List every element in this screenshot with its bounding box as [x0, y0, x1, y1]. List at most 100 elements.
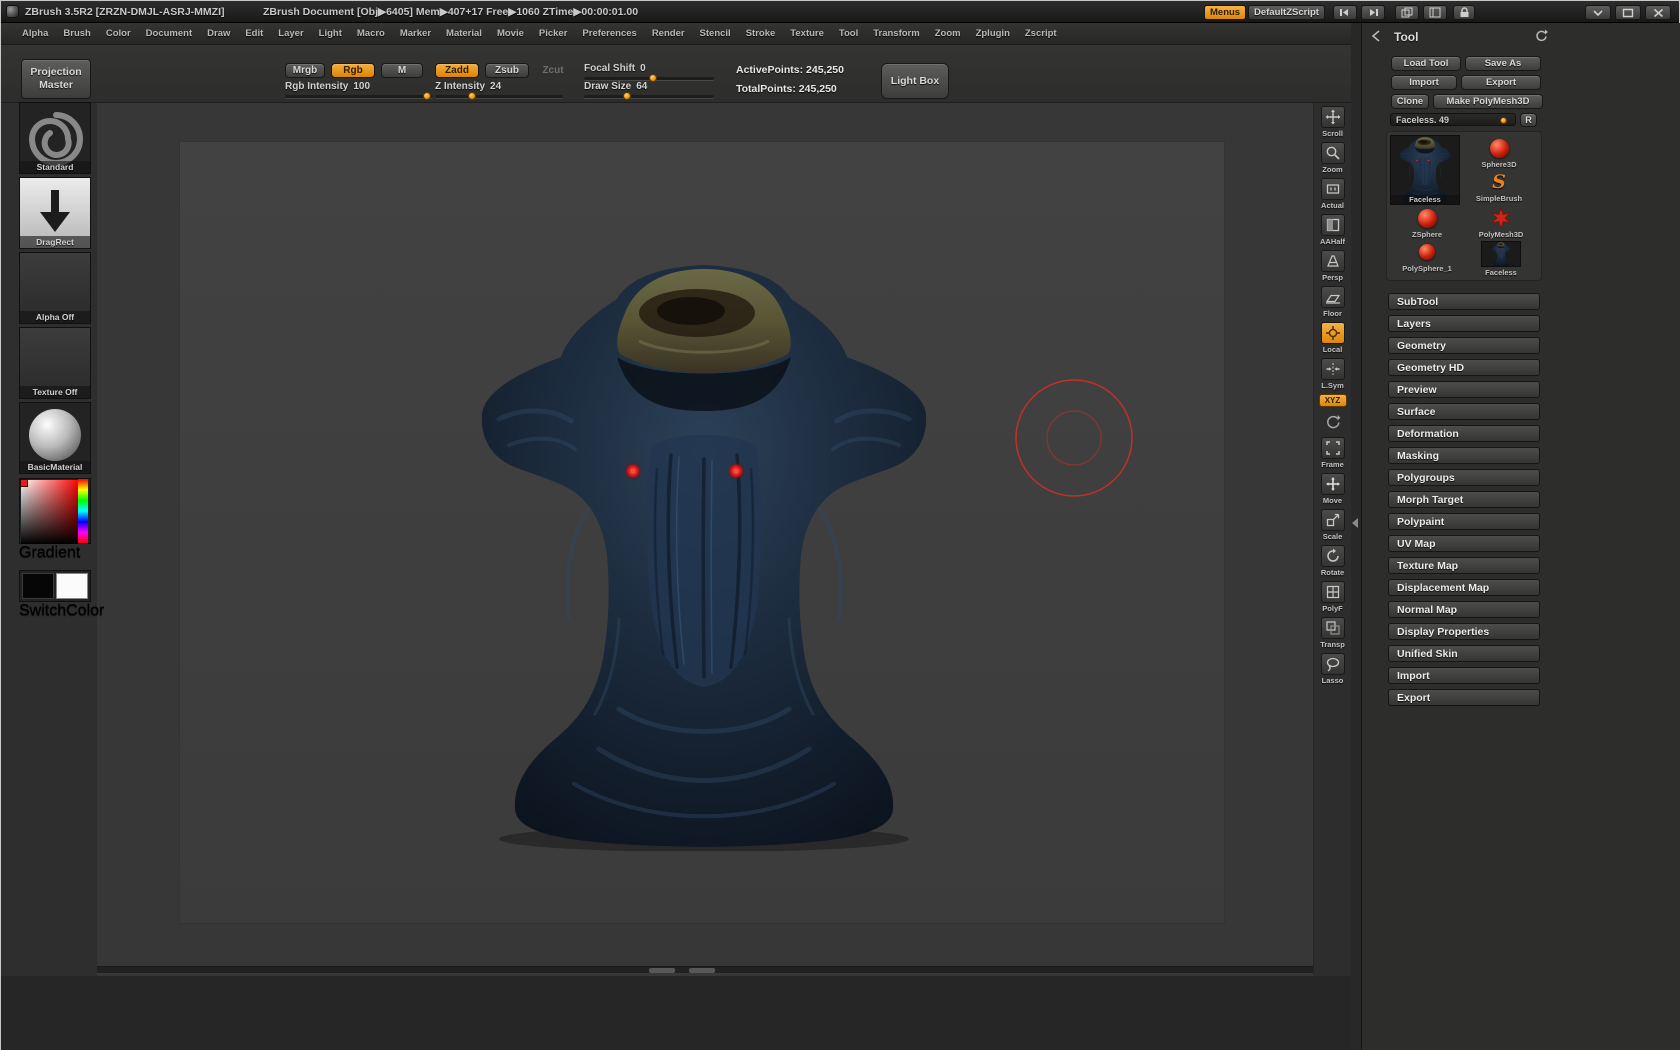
- zcut-button[interactable]: Zcut: [535, 63, 571, 78]
- load-tool-button[interactable]: Load Tool: [1391, 56, 1461, 71]
- rgb-button[interactable]: Rgb: [331, 63, 375, 78]
- z-intensity-handle[interactable]: [468, 92, 476, 100]
- brush-selector-standard[interactable]: Standard: [19, 102, 91, 174]
- make-polymesh3d-button[interactable]: Make PolyMesh3D: [1433, 94, 1543, 109]
- menu-item[interactable]: Zplugin: [973, 26, 1013, 41]
- tool-section-row[interactable]: Masking: [1388, 447, 1540, 464]
- hscroll-handle-left[interactable]: [649, 968, 675, 973]
- right-shelf-actual[interactable]: Actual: [1315, 178, 1351, 210]
- material-selector[interactable]: BasicMaterial: [19, 402, 91, 474]
- right-shelf-transp[interactable]: Transp: [1315, 617, 1351, 649]
- rgb-intensity-slider[interactable]: Rgb Intensity100: [285, 81, 433, 98]
- right-shelf-lasso[interactable]: Lasso: [1315, 653, 1351, 685]
- tool-thumb-sphere3d[interactable]: Sphere3D: [1460, 135, 1538, 169]
- tool-thumb-faceless[interactable]: Faceless: [1464, 239, 1538, 277]
- tool-section-row[interactable]: Texture Map: [1388, 557, 1540, 574]
- menu-item[interactable]: Tool: [836, 26, 861, 41]
- tool-section-row[interactable]: Export: [1388, 689, 1540, 706]
- menu-item[interactable]: Stencil: [697, 26, 734, 41]
- tool-section-row[interactable]: Geometry: [1388, 337, 1540, 354]
- save-as-button[interactable]: Save As: [1465, 56, 1541, 71]
- draw-size-slider[interactable]: Draw Size64: [584, 81, 714, 98]
- tool-section-row[interactable]: Display Properties: [1388, 623, 1540, 640]
- menu-item[interactable]: Brush: [60, 26, 93, 41]
- menu-item[interactable]: Alpha: [19, 26, 51, 41]
- palette-collapse-icon[interactable]: [1370, 29, 1384, 43]
- clone-button[interactable]: Clone: [1391, 94, 1429, 109]
- z-intensity-slider[interactable]: Z Intensity24: [435, 81, 563, 98]
- menu-item[interactable]: Render: [649, 26, 688, 41]
- tool-section-row[interactable]: Deformation: [1388, 425, 1540, 442]
- alpha-selector[interactable]: Alpha Off: [19, 252, 91, 324]
- right-shelf-zoom[interactable]: Zoom: [1315, 142, 1351, 174]
- menu-item[interactable]: Light: [316, 26, 345, 41]
- tool-section-row[interactable]: Normal Map: [1388, 601, 1540, 618]
- menu-item[interactable]: Transform: [870, 26, 922, 41]
- tool-thumb-simplebrush[interactable]: S SimpleBrush: [1460, 169, 1538, 203]
- tool-section-row[interactable]: Geometry HD: [1388, 359, 1540, 376]
- right-shelf-persp[interactable]: Persp: [1315, 250, 1351, 282]
- tool-thumb-polymesh3d[interactable]: PolyMesh3D: [1464, 205, 1538, 239]
- menu-item[interactable]: Texture: [787, 26, 827, 41]
- light-box-button[interactable]: Light Box: [881, 63, 949, 99]
- menu-item[interactable]: Marker: [397, 26, 434, 41]
- menu-item[interactable]: Material: [443, 26, 485, 41]
- tool-section-row[interactable]: Import: [1388, 667, 1540, 684]
- menu-item[interactable]: Zscript: [1022, 26, 1060, 41]
- menu-item[interactable]: Picker: [536, 26, 571, 41]
- minimize-icon[interactable]: [1585, 5, 1611, 20]
- layout-icon[interactable]: [1423, 5, 1447, 20]
- tool-item-slider-handle[interactable]: [1500, 117, 1507, 124]
- switch-color[interactable]: SwitchColor: [19, 570, 93, 620]
- right-shelf-rotate[interactable]: Rotate: [1315, 545, 1351, 577]
- palette-restore-icon[interactable]: [1534, 29, 1548, 43]
- menu-item[interactable]: Movie: [494, 26, 527, 41]
- draw-size-handle[interactable]: [623, 92, 631, 100]
- horizontal-scrollbar[interactable]: [97, 966, 1313, 974]
- copy-config-icon[interactable]: [1395, 5, 1419, 20]
- tool-section-row[interactable]: Polypaint: [1388, 513, 1540, 530]
- tool-thumb-zsphere[interactable]: ZSphere: [1390, 205, 1464, 239]
- tool-thumb-polysphere[interactable]: PolySphere_1: [1390, 239, 1464, 277]
- right-shelf-frame[interactable]: Frame: [1315, 437, 1351, 469]
- menu-item[interactable]: Zoom: [932, 26, 964, 41]
- menu-item[interactable]: Draw: [204, 26, 233, 41]
- menus-button[interactable]: Menus: [1204, 5, 1246, 20]
- tray-divider[interactable]: [1351, 23, 1361, 1050]
- right-shelf-polyf[interactable]: PolyF: [1315, 581, 1351, 613]
- menu-item[interactable]: Stroke: [743, 26, 779, 41]
- mrgb-button[interactable]: Mrgb: [285, 63, 325, 78]
- menu-item[interactable]: Color: [103, 26, 134, 41]
- hscroll-handle-right[interactable]: [689, 968, 715, 973]
- tool-section-row[interactable]: Preview: [1388, 381, 1540, 398]
- right-shelf-axis-spin[interactable]: [1315, 411, 1351, 433]
- tool-thumb-faceless-selected[interactable]: Faceless: [1390, 135, 1460, 205]
- tray-collapse-icon[interactable]: [1352, 518, 1358, 528]
- export-button[interactable]: Export: [1461, 75, 1541, 90]
- next-interface-icon[interactable]: [1361, 5, 1385, 20]
- right-shelf-xyz[interactable]: XYZ: [1315, 394, 1351, 407]
- tool-section-row[interactable]: Unified Skin: [1388, 645, 1540, 662]
- right-shelf-scroll[interactable]: Scroll: [1315, 106, 1351, 138]
- color-picker[interactable]: Gradient: [19, 478, 93, 562]
- r-button[interactable]: R: [1520, 113, 1537, 127]
- tool-section-row[interactable]: SubTool: [1388, 293, 1540, 310]
- close-icon[interactable]: [1645, 5, 1671, 20]
- zadd-button[interactable]: Zadd: [435, 63, 479, 78]
- right-shelf-aahalf[interactable]: AAHalf: [1315, 214, 1351, 246]
- prev-interface-icon[interactable]: [1333, 5, 1357, 20]
- menu-item[interactable]: Preferences: [579, 26, 639, 41]
- tool-section-row[interactable]: Polygroups: [1388, 469, 1540, 486]
- focal-shift-slider[interactable]: Focal Shift0: [584, 63, 714, 80]
- lock-icon[interactable]: [1453, 5, 1475, 20]
- right-shelf-scale[interactable]: Scale: [1315, 509, 1351, 541]
- default-zscript-button[interactable]: DefaultZScript: [1248, 5, 1325, 20]
- texture-selector[interactable]: Texture Off: [19, 327, 91, 399]
- color-gradient-square[interactable]: [21, 480, 79, 544]
- tool-section-row[interactable]: Displacement Map: [1388, 579, 1540, 596]
- tool-section-row[interactable]: Layers: [1388, 315, 1540, 332]
- secondary-color-swatch[interactable]: [56, 573, 88, 599]
- rgb-intensity-handle[interactable]: [423, 92, 431, 100]
- menu-item[interactable]: Layer: [275, 26, 306, 41]
- tool-section-row[interactable]: Surface: [1388, 403, 1540, 420]
